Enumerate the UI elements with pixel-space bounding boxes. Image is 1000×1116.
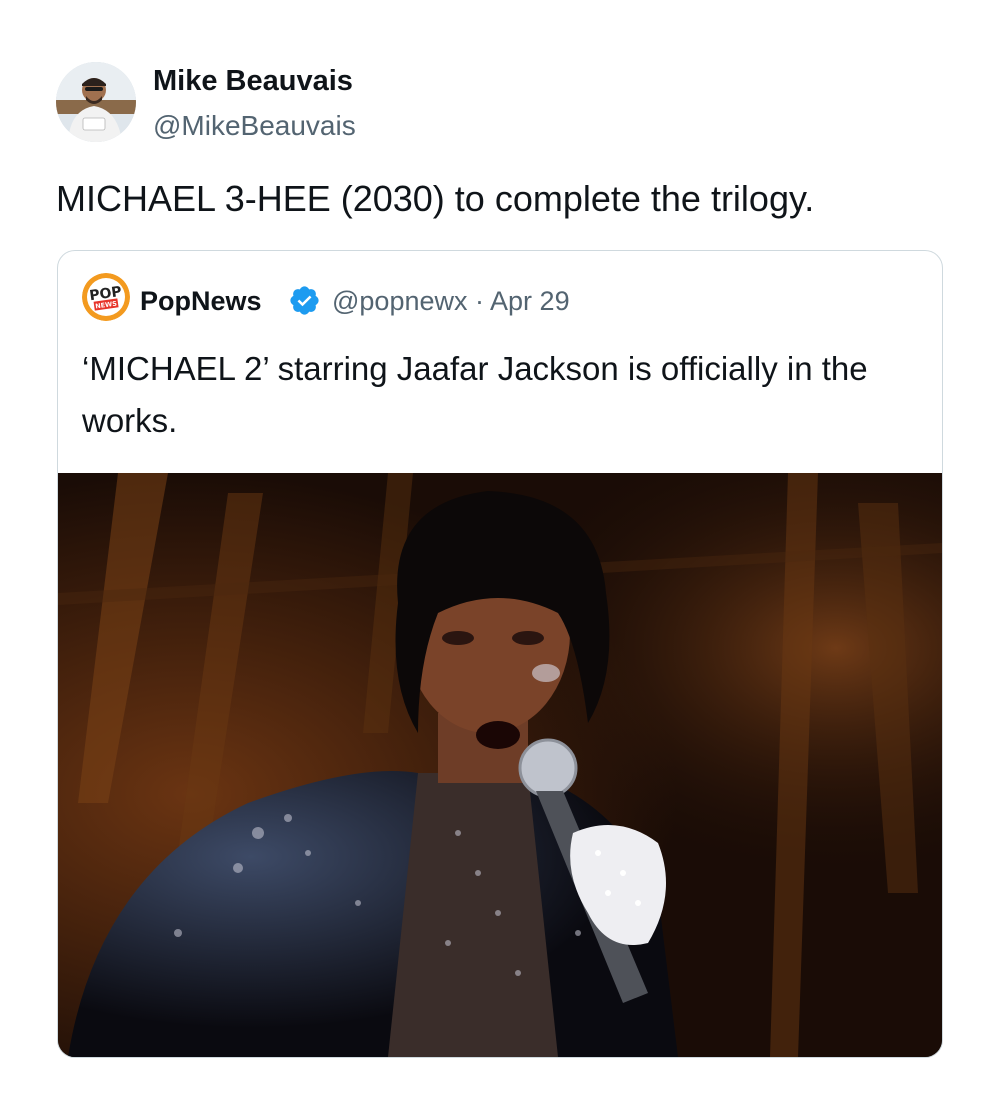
quote-meta: @popnewx · Apr 29 [332, 284, 570, 318]
quote-author-name[interactable]: PopNews [140, 284, 262, 318]
quote-text: ‘MICHAEL 2’ starring Jaafar Jackson is o… [82, 350, 868, 439]
popnews-logo-icon: POP NEWS [82, 273, 130, 321]
verified-badge-icon [290, 286, 319, 315]
author-avatar[interactable] [56, 62, 136, 142]
author-handle[interactable]: @MikeBeauvais [153, 108, 356, 144]
quote-date[interactable]: Apr 29 [490, 286, 570, 316]
avatar-photo-icon [56, 62, 136, 142]
meta-separator: · [475, 286, 485, 316]
author-name[interactable]: Mike Beauvais [153, 63, 353, 99]
quote-media-image[interactable] [58, 473, 942, 1057]
photo-icon [58, 473, 942, 1057]
popnews-avatar[interactable]: POP NEWS [82, 273, 130, 321]
quote-author-handle[interactable]: @popnewx [332, 286, 468, 316]
quoted-tweet-card[interactable]: POP NEWS PopNews @popnewx · Apr 29 ‘MICH… [57, 250, 943, 1058]
tweet-text: MICHAEL 3-HEE (2030) to complete the tri… [56, 178, 815, 219]
